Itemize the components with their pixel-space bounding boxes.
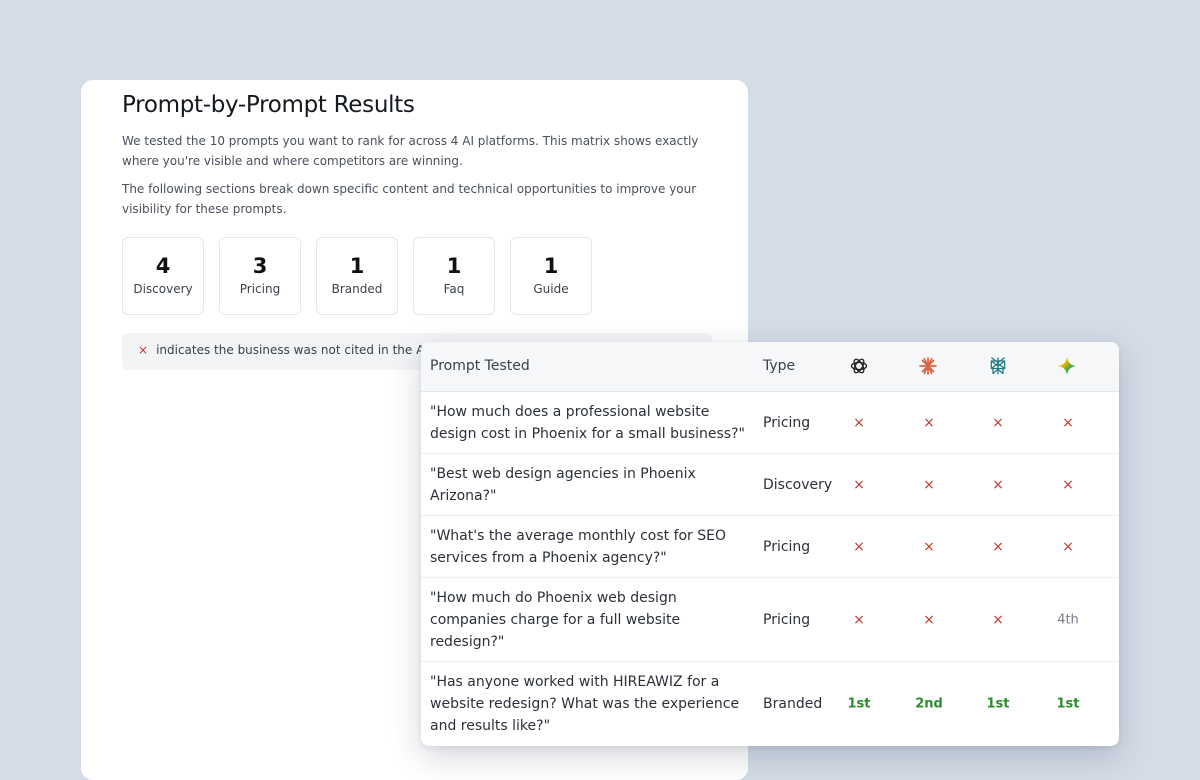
claude-icon bbox=[919, 357, 937, 375]
stat-value: 4 bbox=[155, 254, 171, 278]
result-chatgpt: × bbox=[853, 414, 865, 431]
result-gemini: × bbox=[1062, 476, 1074, 493]
stat-value: 1 bbox=[446, 254, 462, 278]
result-claude: × bbox=[923, 476, 935, 493]
prompt-cell: "How much do Phoenix web design companie… bbox=[430, 589, 681, 650]
stat-value: 1 bbox=[349, 254, 365, 278]
result-gemini: × bbox=[1062, 414, 1074, 431]
type-cell: Pricing bbox=[763, 538, 811, 555]
stat-value: 1 bbox=[543, 254, 559, 278]
stat-label: Branded bbox=[331, 282, 383, 296]
column-header-type: Type bbox=[763, 358, 796, 374]
type-cell: Pricing bbox=[763, 414, 811, 431]
column-header-prompt: Prompt Tested bbox=[430, 358, 530, 374]
table-row: "Has anyone worked with HIREAWIZ for a w… bbox=[421, 662, 1119, 746]
stats-row: 4 Discovery 3 Pricing 1 Branded 1 Faq 1 … bbox=[122, 237, 592, 315]
not-cited-icon: × bbox=[138, 343, 149, 357]
chatgpt-icon bbox=[850, 358, 868, 374]
result-claude: 2nd bbox=[915, 696, 943, 712]
stat-card-discovery: 4 Discovery bbox=[122, 237, 204, 315]
stat-card-guide: 1 Guide bbox=[510, 237, 592, 315]
stat-label: Discovery bbox=[133, 282, 193, 296]
result-gemini: 4th bbox=[1057, 612, 1079, 627]
results-matrix: Prompt Tested Type "How much does a prof… bbox=[421, 342, 1119, 746]
table-row: "What's the average monthly cost for SEO… bbox=[421, 516, 1119, 578]
prompt-cell: "Best web design agencies in Phoenix Ari… bbox=[430, 465, 696, 504]
result-chatgpt: 1st bbox=[847, 696, 871, 712]
result-chatgpt: × bbox=[853, 611, 865, 628]
result-claude: × bbox=[923, 611, 935, 628]
prompt-cell: "What's the average monthly cost for SEO… bbox=[430, 527, 727, 566]
result-perplexity: 1st bbox=[986, 696, 1010, 712]
prompt-cell: "Has anyone worked with HIREAWIZ for a w… bbox=[430, 674, 740, 734]
result-chatgpt: × bbox=[853, 538, 865, 555]
stat-card-pricing: 3 Pricing bbox=[219, 237, 301, 315]
stat-value: 3 bbox=[252, 254, 268, 278]
table-row: "How much do Phoenix web design companie… bbox=[421, 578, 1119, 662]
table-row: "Best web design agencies in Phoenix Ari… bbox=[421, 454, 1119, 516]
type-cell: Discovery bbox=[763, 476, 833, 493]
stat-label: Guide bbox=[533, 282, 569, 296]
type-cell: Pricing bbox=[763, 611, 811, 628]
prompt-cell: "How much does a professional website de… bbox=[430, 403, 745, 442]
result-gemini: × bbox=[1062, 538, 1074, 555]
matrix-header: Prompt Tested Type bbox=[421, 342, 1119, 392]
report-description: We tested the 10 prompts you want to ran… bbox=[122, 134, 699, 168]
result-claude: × bbox=[923, 538, 935, 555]
perplexity-icon bbox=[990, 357, 1006, 375]
stat-card-branded: 1 Branded bbox=[316, 237, 398, 315]
page-title: Prompt-by-Prompt Results bbox=[122, 92, 415, 118]
result-perplexity: × bbox=[992, 611, 1004, 628]
result-claude: × bbox=[923, 414, 935, 431]
result-gemini: 1st bbox=[1056, 696, 1080, 712]
stat-card-faq: 1 Faq bbox=[413, 237, 495, 315]
table-row: "How much does a professional website de… bbox=[421, 392, 1119, 454]
report-description-secondary: The following sections break down specif… bbox=[122, 182, 697, 216]
result-chatgpt: × bbox=[853, 476, 865, 493]
result-perplexity: × bbox=[992, 538, 1004, 555]
stat-label: Faq bbox=[443, 282, 465, 296]
result-perplexity: × bbox=[992, 476, 1004, 493]
type-cell: Branded bbox=[763, 696, 823, 712]
result-perplexity: × bbox=[992, 414, 1004, 431]
stat-label: Pricing bbox=[239, 282, 281, 296]
legend-text: indicates the business was not cited in … bbox=[156, 343, 425, 357]
gemini-icon bbox=[1057, 356, 1077, 376]
